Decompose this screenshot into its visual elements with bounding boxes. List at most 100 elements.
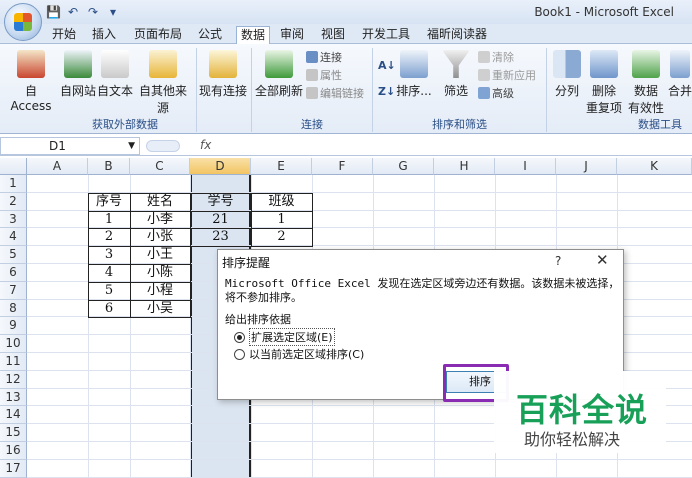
select-all-corner[interactable] xyxy=(0,158,27,175)
column-header-h[interactable]: H xyxy=(434,158,495,175)
insert-function-icon[interactable]: fx xyxy=(200,138,211,152)
formula-bar-divider[interactable] xyxy=(146,140,180,152)
from-other-sources-button[interactable]: 自其他来源 xyxy=(134,50,192,116)
properties-icon xyxy=(306,69,318,81)
properties-button[interactable]: 属性 xyxy=(306,68,342,84)
help-icon[interactable]: ? xyxy=(555,254,561,268)
radio-expand-selection[interactable]: 扩展选定区域(E) xyxy=(234,328,335,346)
tab-page-layout[interactable]: 页面布局 xyxy=(134,26,182,44)
column-header-c[interactable]: C xyxy=(130,158,190,175)
filter-button[interactable]: 筛选 xyxy=(438,50,474,99)
watermark-title: 百科全说 xyxy=(516,391,649,429)
row-header-10[interactable]: 10 xyxy=(0,335,27,353)
chevron-down-icon[interactable]: ▼ xyxy=(128,138,135,154)
ribbon: 自 Access 自网站 自文本 自其他来源 现有连接 获取外部数据 全部刷新 … xyxy=(0,44,692,134)
cell-border xyxy=(88,210,131,230)
name-box[interactable]: D1 ▼ xyxy=(0,137,140,155)
tab-review[interactable]: 审阅 xyxy=(280,26,304,44)
text-to-columns-button[interactable]: 分列 xyxy=(552,50,582,99)
row-header-7[interactable]: 7 xyxy=(0,281,27,300)
row-header-16[interactable]: 16 xyxy=(0,442,27,460)
sort-desc-icon[interactable]: Z↓ xyxy=(378,84,395,100)
tab-formulas[interactable]: 公式 xyxy=(198,26,222,44)
sort-button[interactable]: 排序... xyxy=(396,50,432,99)
row-header-17[interactable]: 17 xyxy=(0,459,27,478)
tab-developer[interactable]: 开发工具 xyxy=(362,26,410,44)
customize-qat-icon[interactable]: ▾ xyxy=(106,5,120,19)
column-header-k[interactable]: K xyxy=(617,158,692,175)
grid-line xyxy=(27,458,692,460)
cell-border xyxy=(130,246,191,265)
group-caption-external: 获取外部数据 xyxy=(92,118,158,131)
sort-asc-icon[interactable]: A↓ xyxy=(378,58,396,74)
row-header-6[interactable]: 6 xyxy=(0,264,27,282)
undo-icon[interactable]: ↶ xyxy=(66,5,80,19)
refresh-all-button[interactable]: 全部刷新 xyxy=(254,50,304,99)
column-header-j[interactable]: J xyxy=(556,158,617,175)
save-icon[interactable]: 💾 xyxy=(46,5,61,19)
group-caption-sort-filter: 排序和筛选 xyxy=(432,118,487,131)
cell-border xyxy=(251,210,313,230)
existing-connections-icon xyxy=(209,50,237,78)
radio-current-selection[interactable]: 以当前选定区域排序(C) xyxy=(234,346,364,362)
clear-filter-button[interactable]: 清除 xyxy=(478,50,514,66)
office-button[interactable] xyxy=(4,3,42,41)
remove-duplicates-button[interactable]: 删除 重复项 xyxy=(586,50,622,116)
radio-selected-icon[interactable] xyxy=(234,331,245,343)
row-header-3[interactable]: 3 xyxy=(0,210,27,229)
formula-bar: D1 ▼ fx xyxy=(0,136,692,156)
column-header-b[interactable]: B xyxy=(88,158,130,175)
column-header-a[interactable]: A xyxy=(27,158,88,175)
advanced-icon xyxy=(478,87,490,99)
tab-view[interactable]: 视图 xyxy=(321,26,345,44)
advanced-filter-button[interactable]: 高级 xyxy=(478,86,514,102)
radio-unselected-icon[interactable] xyxy=(234,348,245,360)
cell-border xyxy=(88,264,131,283)
data-validation-button[interactable]: 数据 有效性 xyxy=(626,50,666,116)
row-header-5[interactable]: 5 xyxy=(0,246,27,264)
column-header-g[interactable]: G xyxy=(373,158,434,175)
quick-access-toolbar: 💾 ↶ ↷ ▾ xyxy=(46,4,120,20)
dialog-title: 排序提醒 xyxy=(222,256,271,270)
row-header-2[interactable]: 2 xyxy=(0,192,27,211)
column-header-i[interactable]: I xyxy=(495,158,556,175)
column-header-d[interactable]: D xyxy=(190,158,251,175)
from-web-button[interactable]: 自网站 xyxy=(60,50,96,99)
row-header-13[interactable]: 13 xyxy=(0,388,27,407)
group-caption-data-tools: 数据工具 xyxy=(638,118,682,131)
text-to-columns-icon xyxy=(553,50,581,78)
tab-home[interactable]: 开始 xyxy=(52,26,76,44)
cell-border xyxy=(251,192,313,212)
consolidate-icon xyxy=(670,50,690,78)
close-icon[interactable]: ✕ xyxy=(596,251,609,269)
cell-border xyxy=(130,281,191,301)
from-access-button[interactable]: 自 Access xyxy=(4,50,58,113)
row-header-8[interactable]: 8 xyxy=(0,299,27,318)
redo-icon[interactable]: ↷ xyxy=(86,5,100,19)
row-header-11[interactable]: 11 xyxy=(0,353,27,371)
cell-border xyxy=(190,192,252,212)
cell-border xyxy=(130,192,191,212)
row-header-1[interactable]: 1 xyxy=(0,175,27,193)
tab-data[interactable]: 数据 xyxy=(236,26,271,44)
column-header-e[interactable]: E xyxy=(251,158,312,175)
cell-border xyxy=(130,264,191,283)
row-header-9[interactable]: 9 xyxy=(0,317,27,336)
row-header-15[interactable]: 15 xyxy=(0,424,27,442)
cell-border xyxy=(88,192,131,212)
connections-button[interactable]: 连接 xyxy=(306,50,342,66)
tab-foxit[interactable]: 福昕阅读器 xyxy=(427,26,487,44)
row-header-12[interactable]: 12 xyxy=(0,370,27,389)
clear-icon xyxy=(478,51,490,63)
tab-insert[interactable]: 插入 xyxy=(92,26,116,44)
cell-border xyxy=(190,210,252,230)
column-header-f[interactable]: F xyxy=(312,158,373,175)
refresh-icon xyxy=(265,50,293,78)
from-text-button[interactable]: 自文本 xyxy=(97,50,133,99)
row-header-14[interactable]: 14 xyxy=(0,406,27,425)
edit-links-button[interactable]: 编辑链接 xyxy=(306,86,364,102)
reapply-button[interactable]: 重新应用 xyxy=(478,68,536,84)
existing-connections-button[interactable]: 现有连接 xyxy=(199,50,247,99)
row-header-4[interactable]: 4 xyxy=(0,228,27,247)
consolidate-button[interactable]: 合并 xyxy=(668,50,692,99)
